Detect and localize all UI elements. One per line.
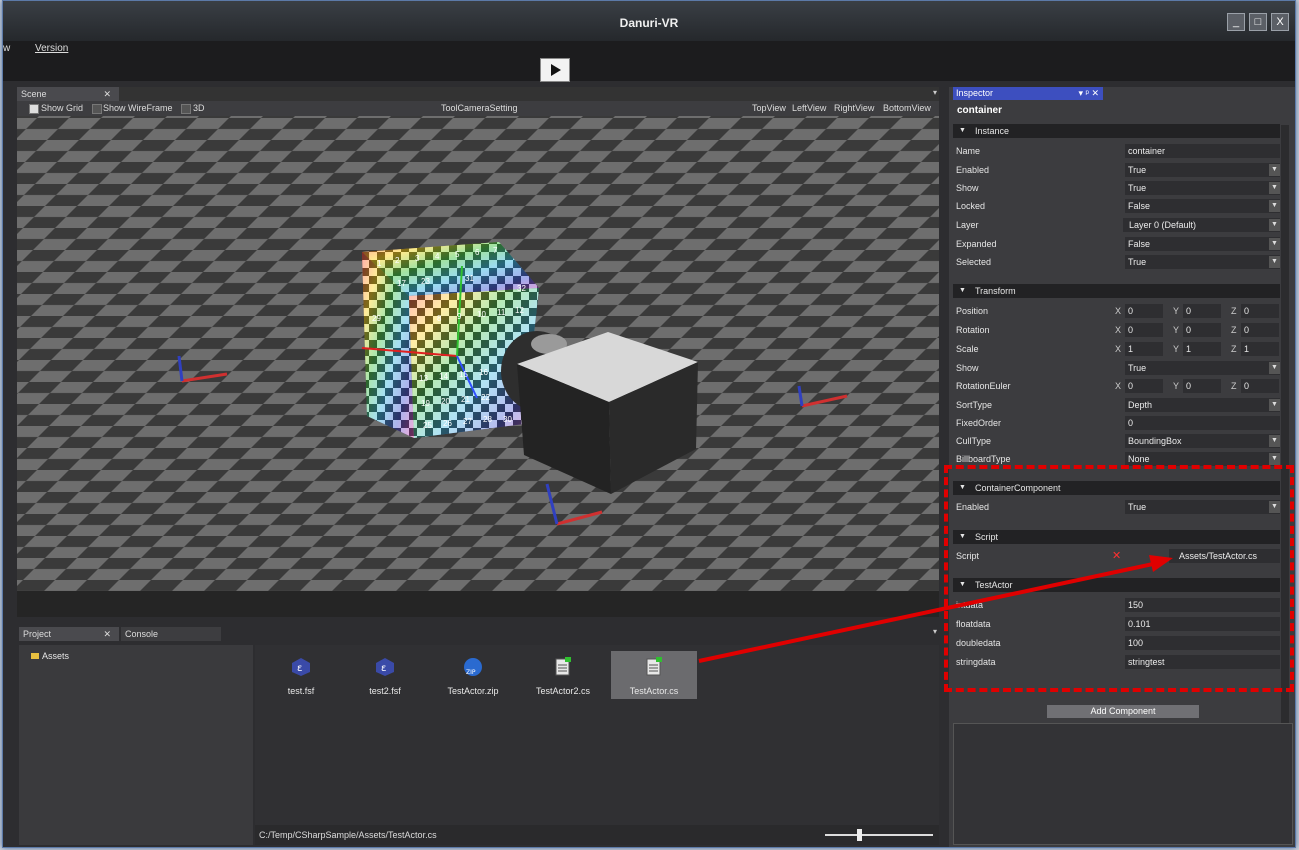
app-window: Danuri-VR _ □ X w Version Scene ✕ ▾ Show… xyxy=(2,0,1296,848)
annotation-arrow xyxy=(698,555,1173,663)
